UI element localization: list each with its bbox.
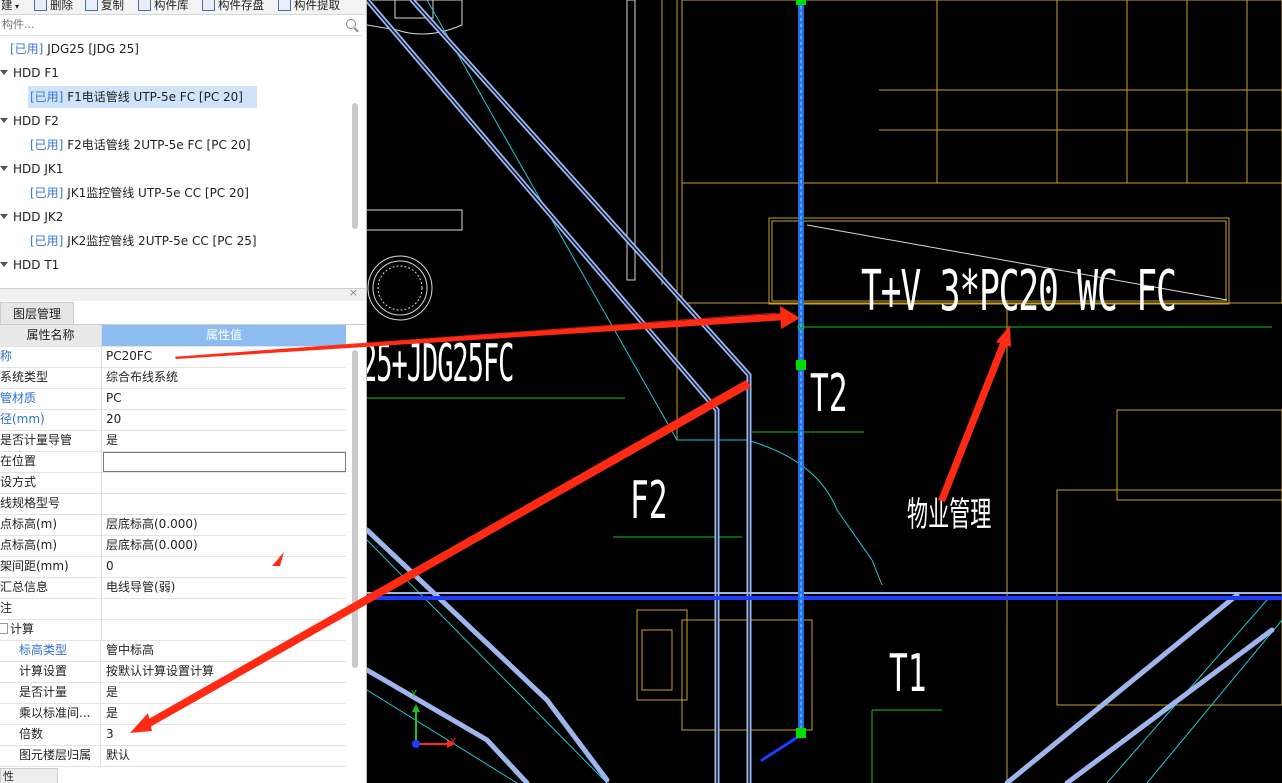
axis-y-label: Y	[411, 689, 418, 700]
property-row[interactable]: 计算设置 按默认计算设置计算	[0, 661, 346, 683]
delete-icon	[34, 0, 47, 11]
property-row[interactable]: 乘以标准间... 是	[0, 703, 346, 725]
tree-scrollbar[interactable]	[352, 103, 358, 229]
location-edit-field[interactable]	[103, 452, 346, 472]
property-row[interactable]: 倍数 3	[0, 724, 346, 746]
tree-item-jk2-monitor[interactable]: [已用] JK2监控管线 2UTP-5e CC [PC 25]	[30, 230, 257, 252]
collapse-box-icon[interactable]	[0, 623, 8, 634]
tree-group-t1[interactable]: HDD T1	[0, 254, 59, 276]
property-row[interactable]: 标高类型 管中标高	[0, 640, 346, 662]
cad-label-f2[interactable]: F2	[630, 475, 668, 527]
property-row[interactable]: 点标高(m) 层底标高(0.000)	[0, 535, 346, 557]
tree-item-jdg25[interactable]: [已用] JDG25 [JDG 25]	[10, 38, 139, 60]
cad-label-t1[interactable]: T1	[889, 648, 927, 700]
tree-group-jk2[interactable]: HDD JK2	[0, 206, 63, 228]
copy-button[interactable]: 复制	[85, 0, 124, 13]
component-library-icon	[138, 0, 151, 11]
save-component-button[interactable]: 构件存盘	[202, 0, 264, 13]
header-property-name: 属性名称	[0, 325, 102, 346]
property-row[interactable]: 线规格型号	[0, 493, 346, 515]
extract-component-button[interactable]: 构件提取	[278, 0, 340, 13]
expand-caret-icon[interactable]	[0, 70, 8, 75]
component-library-button[interactable]: 构件库	[138, 0, 189, 13]
property-row[interactable]: 径(mm) 20	[0, 409, 346, 431]
axis-x-label: X	[450, 737, 457, 748]
property-row[interactable]: 管材质 PC	[0, 388, 346, 410]
expand-caret-icon[interactable]	[0, 166, 8, 171]
cad-label-t2[interactable]: T2	[810, 368, 848, 420]
property-row[interactable]: 架间距(mm) 0	[0, 556, 346, 578]
building-walls	[636, 0, 1282, 783]
property-row[interactable]: 是否计量是	[0, 682, 346, 704]
copy-icon	[85, 0, 98, 11]
property-row[interactable]: 点标高(m) 层底标高(0.000)	[0, 514, 346, 536]
expand-caret-icon[interactable]	[0, 214, 8, 219]
component-search	[0, 15, 362, 36]
delete-button[interactable]: 删除	[34, 0, 73, 13]
property-header: 属性名称 属性值	[0, 325, 346, 347]
property-row[interactable]: 注	[0, 598, 346, 620]
tree-item-f1-phone[interactable]: [已用] F1电话管线 UTP-5e FC [PC 20]	[28, 86, 257, 108]
component-tree: [已用] JDG25 [JDG 25] HDD F1 [已用] F1电话管线 U…	[0, 38, 350, 284]
tree-item-jk1-monitor[interactable]: [已用] JK1监控管线 UTP-5e CC [PC 20]	[30, 182, 249, 204]
property-row[interactable]: 在位置	[0, 451, 346, 473]
component-toolbar: 建 ▾ 删除 复制 构件库 构件存盘 构件提取	[0, 0, 366, 15]
tree-group-f2[interactable]: HDD F2	[0, 110, 59, 132]
property-row[interactable]: 称 PC20FC	[0, 346, 346, 368]
property-group-calc[interactable]: 计算	[0, 619, 346, 641]
cad-label-property-management[interactable]: 物业管理	[907, 498, 991, 532]
property-row[interactable]: 系统类型 综合布线系统	[0, 367, 346, 389]
cad-canvas[interactable]: T+V 3*PC20 WC FC 25+JDG25FC T2 F2 T1 物业管…	[367, 0, 1282, 783]
save-component-icon	[202, 0, 215, 11]
left-panel: 建 ▾ 删除 复制 构件库 构件存盘 构件提取 [已用] JDG25 [JDG …	[0, 0, 367, 783]
search-input[interactable]	[0, 16, 332, 32]
close-icon[interactable]: ×	[349, 286, 358, 299]
tree-item-f2-phone[interactable]: [已用] F2电话管线 2UTP-5e FC [PC 20]	[30, 134, 251, 156]
cad-pipe-spec-label[interactable]: T+V 3*PC20 WC FC	[861, 264, 1177, 320]
tree-group-jk1[interactable]: HDD JK1	[0, 158, 63, 180]
extract-component-icon	[278, 0, 291, 11]
tab-properties[interactable]: 性	[0, 768, 58, 783]
property-row[interactable]: 设方式	[0, 472, 346, 494]
search-icon[interactable]	[346, 19, 356, 29]
tree-group-f1[interactable]: HDD F1	[0, 62, 59, 84]
expand-caret-icon[interactable]	[0, 262, 8, 267]
cad-conduit-label[interactable]: 25+JDG25FC	[367, 338, 514, 390]
expand-caret-icon[interactable]	[0, 118, 8, 123]
property-row[interactable]: 汇总信息 电线导管(弱)	[0, 577, 346, 599]
panel-splitter[interactable]: ×	[0, 286, 366, 301]
header-property-value: 属性值	[102, 325, 346, 346]
property-row[interactable]: 图元楼层归属 默认	[0, 745, 346, 767]
property-scrollbar[interactable]	[352, 350, 358, 668]
new-button[interactable]: 建 ▾	[1, 0, 19, 13]
tab-layer-management[interactable]: 图层管理	[0, 302, 74, 326]
property-row[interactable]: 是否计量导管是	[0, 430, 346, 452]
